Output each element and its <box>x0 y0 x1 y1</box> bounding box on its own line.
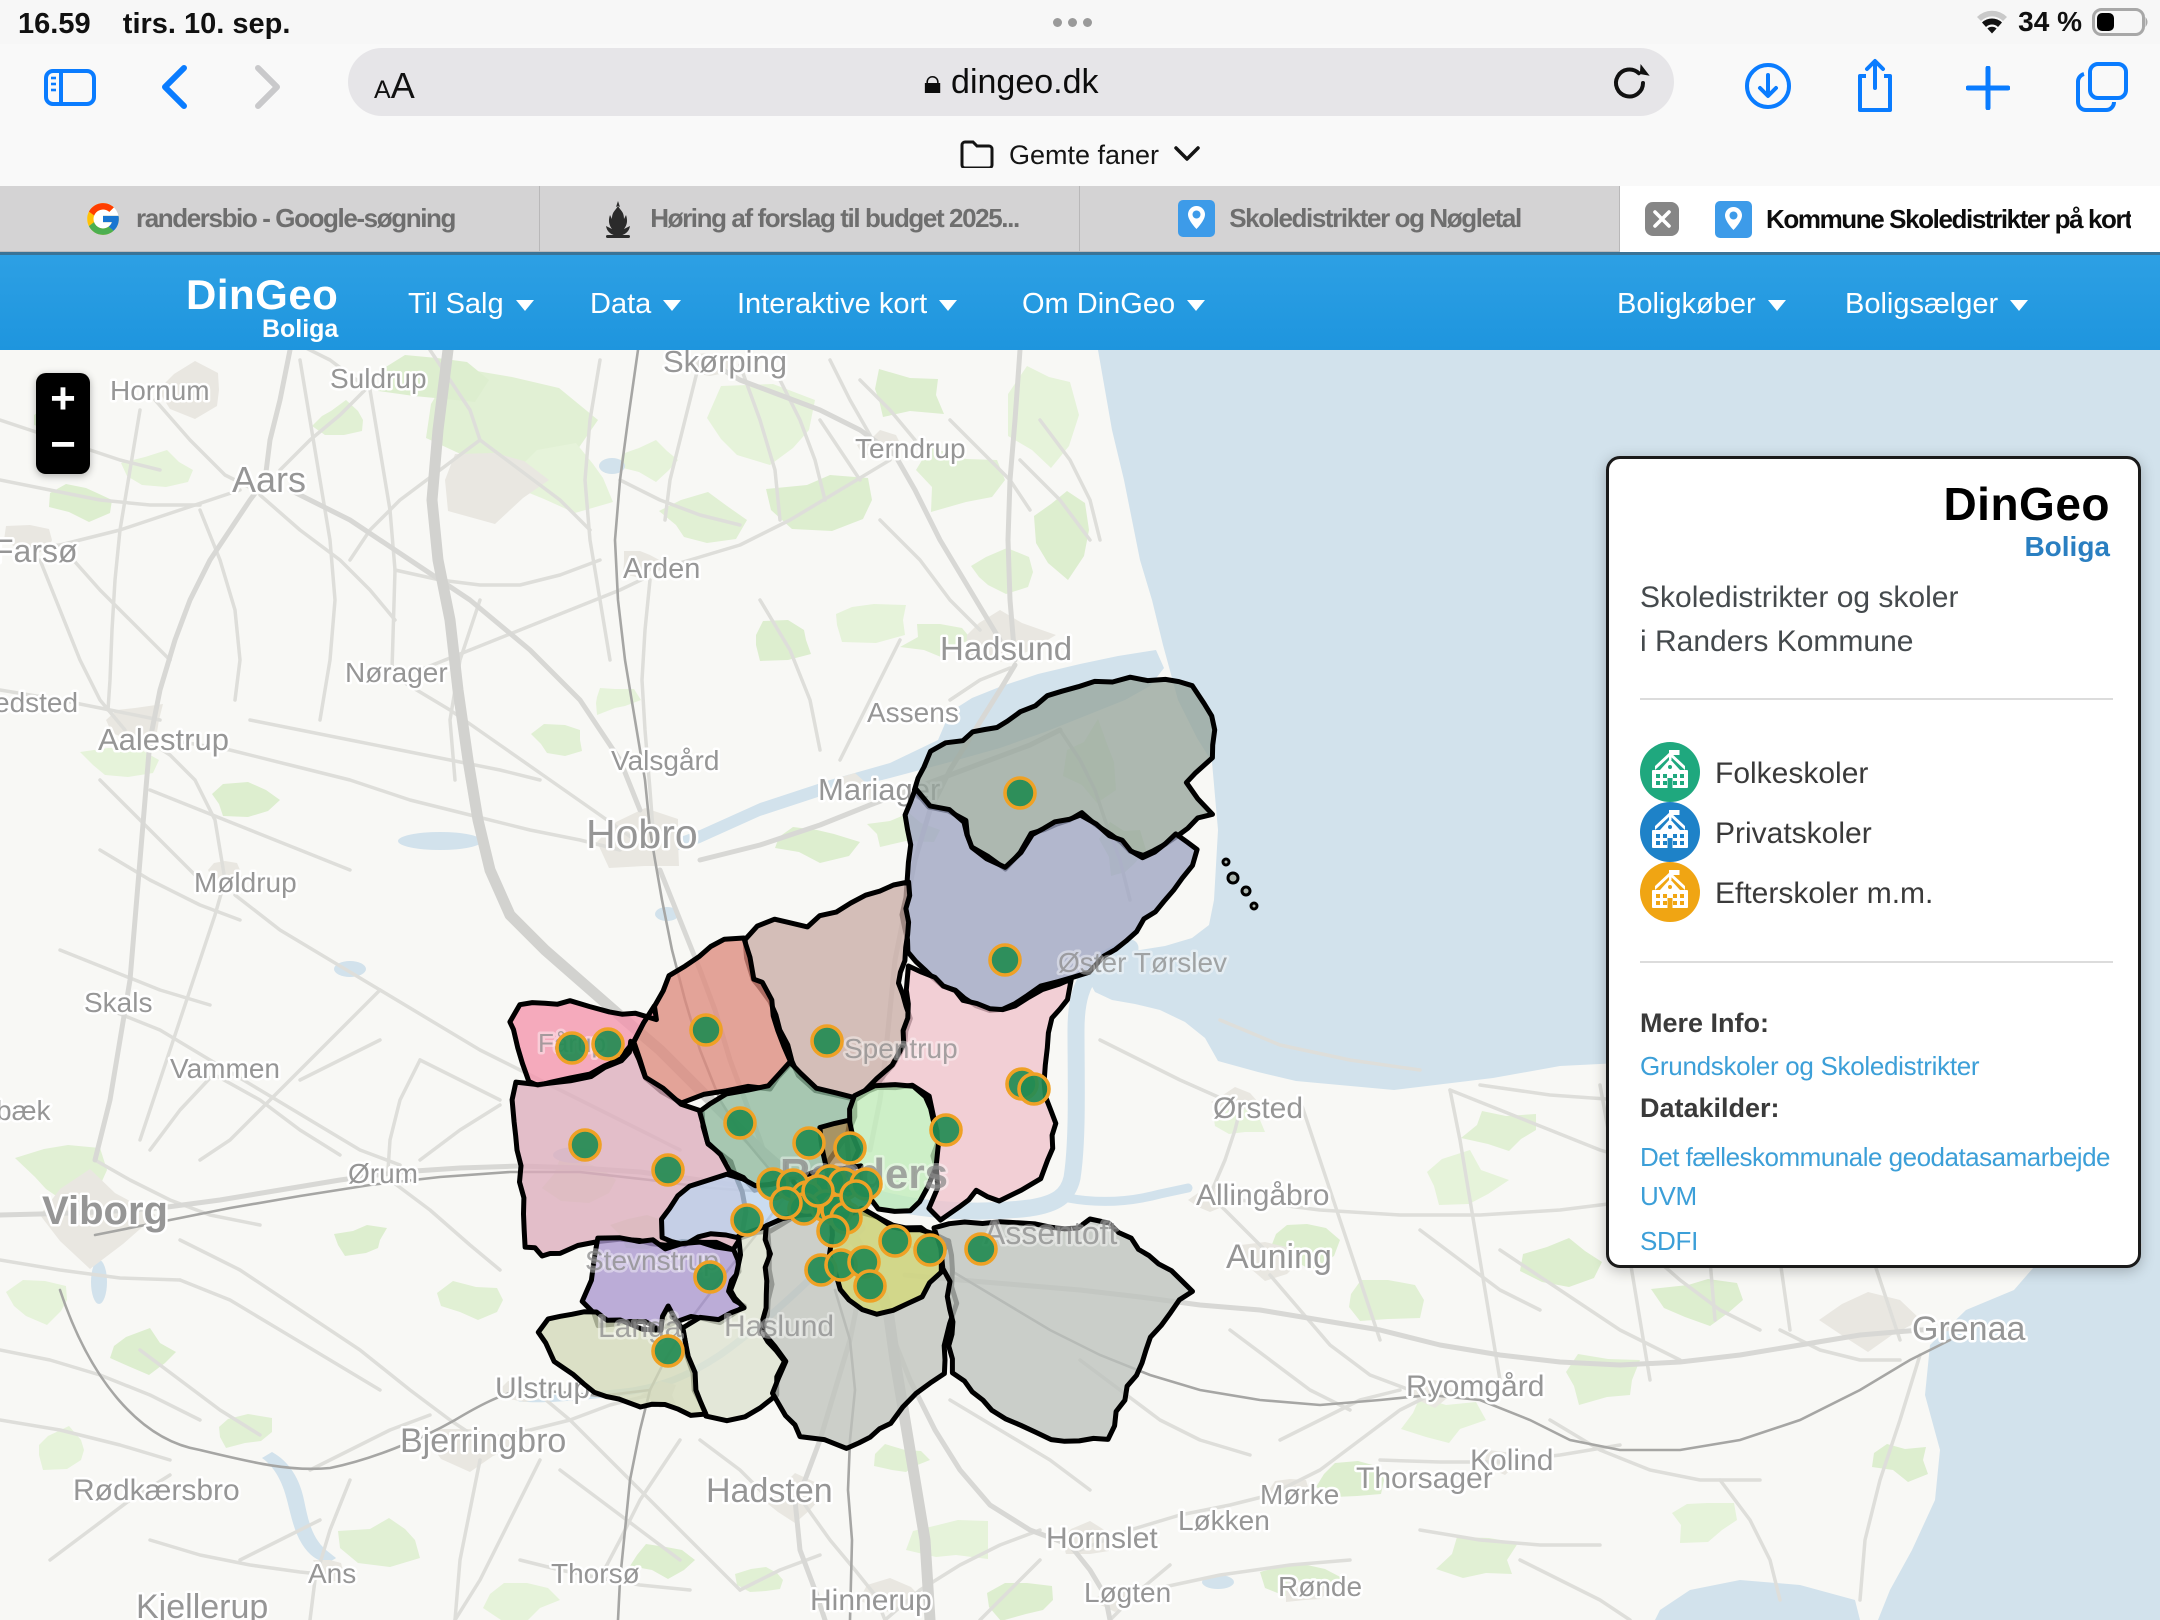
svg-text:Hobro: Hobro <box>586 811 698 857</box>
svg-text:Øster Tørslev: Øster Tørslev <box>1058 947 1227 978</box>
svg-text:Suldrup: Suldrup <box>330 363 427 394</box>
svg-text:Assens: Assens <box>867 697 959 728</box>
svg-text:Skals: Skals <box>84 987 152 1018</box>
svg-text:Viborg: Viborg <box>42 1189 168 1233</box>
svg-text:Ans: Ans <box>308 1558 356 1589</box>
svg-text:Skørping: Skørping <box>663 350 787 379</box>
svg-text:Haslund: Haslund <box>724 1310 834 1343</box>
svg-text:Farsø: Farsø <box>0 533 78 569</box>
svg-text:Nørager: Nørager <box>345 657 448 688</box>
svg-text:Allingåbro: Allingåbro <box>1196 1179 1329 1212</box>
svg-text:Assentoft: Assentoft <box>984 1215 1118 1251</box>
svg-text:Mørke: Mørke <box>1260 1479 1339 1510</box>
svg-text:Thorsø: Thorsø <box>551 1558 640 1589</box>
svg-text:Hadsten: Hadsten <box>706 1472 833 1510</box>
svg-text:Ørum: Ørum <box>348 1158 418 1189</box>
svg-text:Løgten: Løgten <box>1084 1577 1171 1608</box>
svg-text:Auning: Auning <box>1226 1238 1332 1276</box>
svg-text:Rødkærsbro: Rødkærsbro <box>73 1474 240 1507</box>
svg-text:Bjerringbro: Bjerringbro <box>400 1422 566 1460</box>
svg-text:Aalestrup: Aalestrup <box>98 722 229 757</box>
svg-text:bæk: bæk <box>0 1095 51 1126</box>
svg-text:Grenaa: Grenaa <box>1912 1310 2025 1348</box>
svg-text:Arden: Arden <box>623 553 700 585</box>
svg-text:Vammen: Vammen <box>170 1053 280 1084</box>
svg-text:Løkken: Løkken <box>1178 1505 1270 1536</box>
svg-text:Rønde: Rønde <box>1278 1571 1362 1602</box>
svg-text:Hinnerup: Hinnerup <box>810 1584 932 1617</box>
svg-text:Hornum: Hornum <box>110 375 210 406</box>
svg-text:Hadsund: Hadsund <box>940 630 1072 667</box>
svg-text:Aars: Aars <box>232 459 306 500</box>
svg-text:Kolind: Kolind <box>1470 1444 1553 1477</box>
svg-text:Hornslet: Hornslet <box>1046 1522 1158 1555</box>
svg-text:Kjellerup: Kjellerup <box>136 1588 268 1620</box>
svg-text:Spentrup: Spentrup <box>844 1033 958 1064</box>
svg-text:Valsgård: Valsgård <box>611 745 719 776</box>
svg-text:Møldrup: Møldrup <box>194 867 297 898</box>
svg-text:Ryomgård: Ryomgård <box>1406 1370 1544 1403</box>
svg-text:Terndrup: Terndrup <box>855 433 966 464</box>
svg-text:Ørsted: Ørsted <box>1213 1092 1303 1125</box>
svg-text:edsted: edsted <box>0 687 78 718</box>
